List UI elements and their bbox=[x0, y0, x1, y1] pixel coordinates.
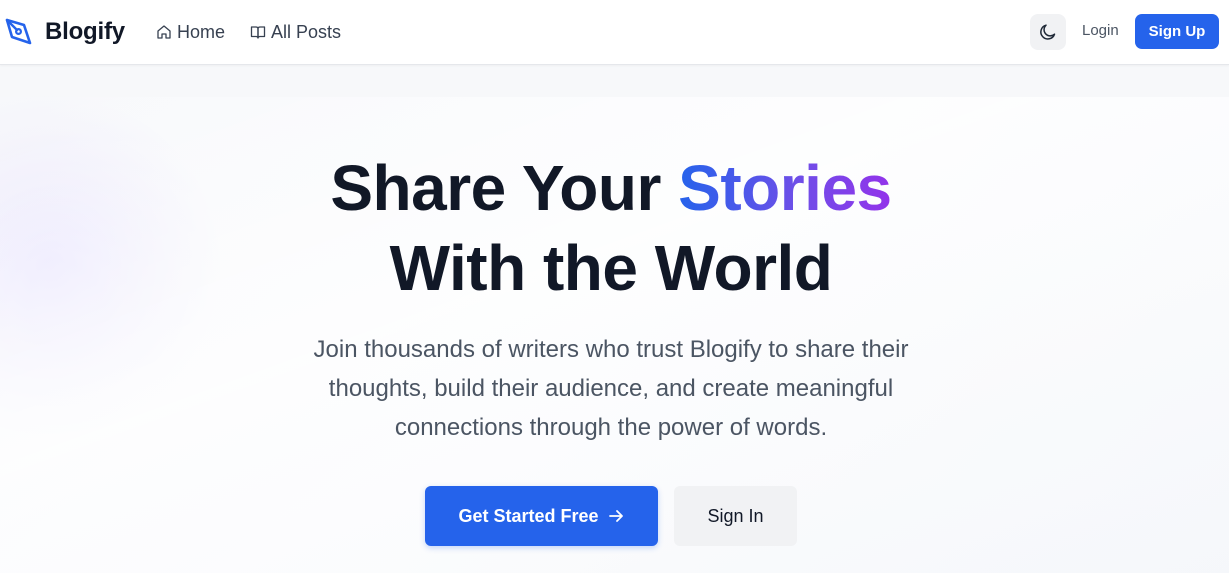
sign-in-button[interactable]: Sign In bbox=[674, 486, 797, 546]
headline-part-1: Share Your bbox=[330, 152, 679, 224]
pen-nib-logo-icon bbox=[5, 18, 32, 45]
book-open-icon bbox=[250, 26, 266, 39]
brand-name: Blogify bbox=[45, 18, 125, 45]
signup-button[interactable]: Sign Up bbox=[1135, 14, 1219, 49]
arrow-right-icon bbox=[608, 510, 623, 522]
home-icon bbox=[157, 25, 171, 39]
hero-description: Join thousands of writers who trust Blog… bbox=[313, 336, 909, 441]
hero-section: Share Your Stories With the World Join t… bbox=[0, 65, 1229, 573]
nav-home-label: Home bbox=[177, 21, 226, 42]
get-started-label: Get Started Free bbox=[458, 505, 599, 526]
headline-line-2: With the World bbox=[389, 232, 833, 304]
hero-headline: Share Your Stories With the World bbox=[0, 148, 1222, 308]
headline-line-1: Share Your Stories bbox=[0, 148, 1222, 228]
top-navbar: Blogify Home All Posts Login Sign Up bbox=[0, 0, 1229, 65]
nav-all-posts-link[interactable]: All Posts bbox=[250, 20, 341, 44]
theme-toggle-button[interactable] bbox=[1030, 14, 1066, 50]
login-link[interactable]: Login bbox=[1082, 22, 1119, 42]
brand-link[interactable]: Blogify bbox=[4, 14, 125, 50]
nav-all-posts-label: All Posts bbox=[271, 21, 342, 42]
hero-top-strip bbox=[0, 65, 1229, 97]
get-started-button[interactable]: Get Started Free bbox=[425, 486, 658, 546]
moon-icon bbox=[1040, 24, 1056, 40]
headline-accent-word: Stories bbox=[678, 152, 892, 224]
nav-home-link[interactable]: Home bbox=[156, 20, 225, 44]
